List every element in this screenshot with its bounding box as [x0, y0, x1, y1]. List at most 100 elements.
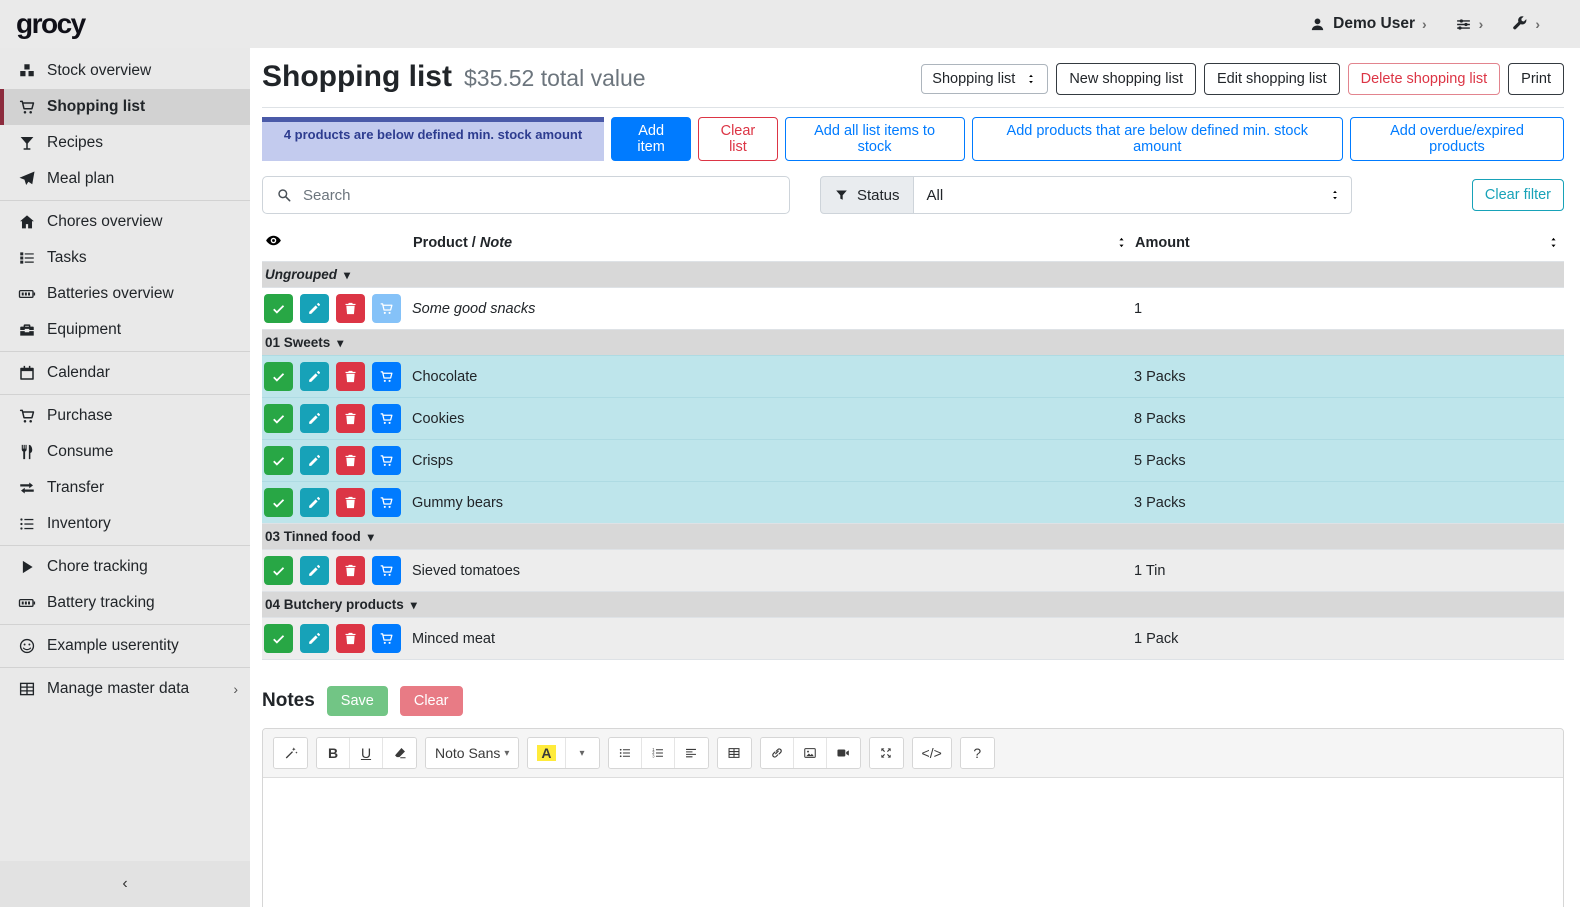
edit-item-button[interactable] — [300, 488, 329, 517]
grocy-logo[interactable]: grocy — [16, 8, 85, 40]
sidebar-item-transfer[interactable]: Transfer — [0, 470, 250, 506]
sidebar-item-inventory[interactable]: Inventory — [0, 506, 250, 542]
delete-item-button[interactable] — [336, 362, 365, 391]
smile-icon — [18, 637, 36, 655]
delete-item-button[interactable] — [336, 488, 365, 517]
add-to-stock-button[interactable] — [372, 362, 401, 391]
highlight-color-caret-button[interactable]: ▾ — [566, 738, 599, 768]
search-input[interactable] — [303, 187, 776, 204]
list-icon — [18, 515, 36, 533]
sidebar-collapse-button[interactable]: ‹ — [0, 861, 250, 907]
below-min-stock-alert[interactable]: 4 products are below defined min. stock … — [262, 117, 604, 161]
sidebar-item-chore-tracking[interactable]: Chore tracking — [0, 549, 250, 585]
group-header-row[interactable]: 04 Butchery products▾ — [262, 592, 1564, 618]
edit-item-button[interactable] — [300, 294, 329, 323]
insert-video-button[interactable] — [827, 738, 860, 768]
insert-link-button[interactable] — [761, 738, 794, 768]
mark-done-button[interactable] — [264, 294, 293, 323]
eye-icon[interactable] — [265, 232, 282, 249]
print-button[interactable]: Print — [1508, 63, 1564, 95]
edit-item-button[interactable] — [300, 404, 329, 433]
trash-icon — [343, 411, 358, 426]
fullscreen-button[interactable] — [870, 738, 903, 768]
paragraph-align-button[interactable] — [675, 738, 708, 768]
delete-item-button[interactable] — [336, 556, 365, 585]
add-overdue-button[interactable]: Add overdue/expired products — [1350, 117, 1564, 161]
edit-item-button[interactable] — [300, 624, 329, 653]
code-view-button[interactable]: </> — [913, 738, 951, 768]
admin-menu[interactable]: › — [1511, 16, 1540, 33]
link-icon — [770, 746, 784, 760]
sidebar-item-battery-tracking[interactable]: Battery tracking — [0, 585, 250, 621]
delete-item-button[interactable] — [336, 404, 365, 433]
sidebar-item-consume[interactable]: Consume — [0, 434, 250, 470]
notes-save-button[interactable]: Save — [327, 686, 388, 716]
add-all-to-stock-button[interactable]: Add all list items to stock — [785, 117, 965, 161]
insert-picture-button[interactable] — [794, 738, 827, 768]
add-item-button[interactable]: Add item — [611, 117, 691, 161]
group-header-row[interactable]: Ungrouped▾ — [262, 262, 1564, 288]
add-to-stock-button[interactable] — [372, 404, 401, 433]
sidebar-item-purchase[interactable]: Purchase — [0, 398, 250, 434]
add-to-stock-button[interactable] — [372, 488, 401, 517]
mark-done-button[interactable] — [264, 624, 293, 653]
new-shopping-list-button[interactable]: New shopping list — [1056, 63, 1196, 95]
sidebar-item-manage-master-data[interactable]: Manage master data› — [0, 671, 250, 707]
add-to-stock-button[interactable] — [372, 446, 401, 475]
unordered-list-button[interactable] — [609, 738, 642, 768]
sidebar-item-meal-plan[interactable]: Meal plan — [0, 161, 250, 197]
mark-done-button[interactable] — [264, 362, 293, 391]
sidebar-item-calendar[interactable]: Calendar — [0, 355, 250, 391]
help-button[interactable]: ? — [961, 738, 994, 768]
ordered-list-button[interactable] — [642, 738, 675, 768]
sidebar-item-recipes[interactable]: Recipes — [0, 125, 250, 161]
product-column-header[interactable]: Product / Note — [410, 227, 1132, 262]
delete-shopping-list-button[interactable]: Delete shopping list — [1348, 63, 1501, 95]
insert-table-button[interactable] — [718, 738, 751, 768]
mark-done-button[interactable] — [264, 404, 293, 433]
sidebar-item-chores-overview[interactable]: Chores overview — [0, 204, 250, 240]
clear-filter-button[interactable]: Clear filter — [1472, 179, 1564, 211]
status-select[interactable]: All — [914, 176, 1352, 214]
add-to-stock-button[interactable] — [372, 556, 401, 585]
settings-menu[interactable]: › — [1455, 16, 1484, 33]
font-family-select[interactable]: Noto Sans▾ — [426, 738, 518, 768]
sidebar-item-batteries-overview[interactable]: Batteries overview — [0, 276, 250, 312]
status-filter: Status All — [820, 176, 1352, 214]
mark-done-button[interactable] — [264, 446, 293, 475]
edit-item-button[interactable] — [300, 556, 329, 585]
sidebar-item-shopping-list[interactable]: Shopping list — [0, 89, 250, 125]
clear-format-button[interactable] — [383, 738, 416, 768]
numbered-list-icon — [651, 746, 665, 760]
delete-item-button[interactable] — [336, 624, 365, 653]
boxes-icon — [18, 62, 36, 80]
magic-style-button[interactable] — [274, 738, 307, 768]
user-menu[interactable]: Demo User › — [1309, 15, 1427, 33]
mark-done-button[interactable] — [264, 488, 293, 517]
add-to-stock-button[interactable] — [372, 624, 401, 653]
edit-item-button[interactable] — [300, 446, 329, 475]
sidebar-item-example-userentity[interactable]: Example userentity — [0, 628, 250, 664]
delete-item-button[interactable] — [336, 446, 365, 475]
home-icon — [18, 213, 36, 231]
clear-list-button[interactable]: Clear list — [698, 117, 777, 161]
shopping-list-select[interactable]: Shopping list — [921, 64, 1048, 94]
sidebar-item-stock-overview[interactable]: Stock overview — [0, 53, 250, 89]
highlight-color-button[interactable]: A — [528, 738, 565, 768]
notes-editor-area[interactable] — [263, 778, 1563, 907]
eraser-icon — [393, 746, 407, 760]
sidebar-item-equipment[interactable]: Equipment — [0, 312, 250, 348]
bold-button[interactable]: B — [317, 738, 350, 768]
underline-button[interactable]: U — [350, 738, 383, 768]
notes-clear-button[interactable]: Clear — [400, 686, 463, 716]
add-below-min-stock-button[interactable]: Add products that are below defined min.… — [972, 117, 1343, 161]
mark-done-button[interactable] — [264, 556, 293, 585]
amount-column-header[interactable]: Amount — [1132, 227, 1564, 262]
group-header-row[interactable]: 01 Sweets▾ — [262, 330, 1564, 356]
sidebar-item-tasks[interactable]: Tasks — [0, 240, 250, 276]
edit-shopping-list-button[interactable]: Edit shopping list — [1204, 63, 1340, 95]
group-header-row[interactable]: 03 Tinned food▾ — [262, 524, 1564, 550]
delete-item-button[interactable] — [336, 294, 365, 323]
add-to-stock-button[interactable] — [372, 294, 401, 323]
edit-item-button[interactable] — [300, 362, 329, 391]
